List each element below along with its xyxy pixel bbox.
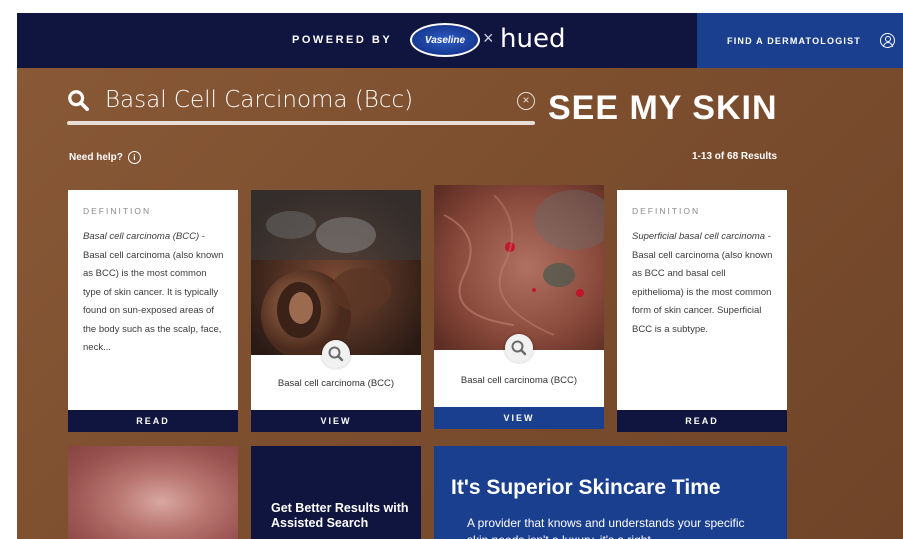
top-bar: POWERED BY Vaseline × hued FIND A DERMAT… [17,13,903,68]
view-button[interactable]: VIEW [251,410,421,432]
definition-term: Basal cell carcinoma (BCC) [83,231,200,242]
definition-term: Superficial basal cell carcinoma [632,231,766,242]
app-frame: POWERED BY Vaseline × hued FIND A DERMAT… [17,13,903,539]
need-help-label: Need help? [69,152,123,163]
powered-by-label: POWERED BY [292,34,393,46]
zoom-icon[interactable] [322,340,350,368]
skin-photo[interactable] [434,185,604,350]
definition-text: Basal cell carcinoma (BCC) - Basal cell … [83,231,224,353]
info-icon: i [127,151,141,164]
definition-label: DEFINITION [632,206,701,216]
skin-photo-tile[interactable] [68,446,238,539]
brand-separator: × [483,28,494,48]
definition-label: DEFINITION [83,206,152,216]
image-caption: Basal cell carcinoma (BCC) [277,378,395,389]
vaseline-logo: Vaseline [410,23,480,57]
page-title: SEE MY SKIN [548,89,778,127]
assisted-search-promo[interactable]: Get Better Results with Assisted Search [251,446,421,539]
read-button[interactable]: READ [68,410,238,432]
search-input[interactable]: Basal Cell Carcinoma (Bcc) [105,87,413,113]
definition-card[interactable]: DEFINITION Superficial basal cell carcin… [617,190,787,432]
hued-logo: hued [500,24,566,54]
assisted-search-title: Get Better Results with Assisted Search [271,501,409,530]
close-circle-icon[interactable]: × [517,92,535,110]
zoom-icon[interactable] [505,334,533,362]
search-icon[interactable] [67,89,89,111]
definition-text: Superficial basal cell carcinoma - Basal… [632,231,773,335]
superior-skincare-promo[interactable]: It's Superior Skincare Time A provider t… [434,446,787,539]
definition-card[interactable]: DEFINITION Basal cell carcinoma (BCC) - … [68,190,238,432]
image-card[interactable]: Basal cell carcinoma (BCC) VIEW [434,185,604,429]
results-count: 1-13 of 68 Results [692,151,778,162]
read-button[interactable]: READ [617,410,787,432]
image-caption: Basal cell carcinoma (BCC) [460,375,578,386]
search-underline [67,121,535,125]
find-dermatologist-button[interactable]: FIND A DERMATOLOGIST [697,13,903,68]
need-help-link[interactable]: Need help? i [69,151,141,164]
image-card[interactable]: Basal cell carcinoma (BCC) VIEW [251,190,421,432]
superior-skincare-title: It's Superior Skincare Time [451,476,721,499]
superior-skincare-text: A provider that knows and understands yo… [467,516,745,539]
skin-photo[interactable] [251,190,421,355]
user-circle-icon [880,33,895,48]
find-dermatologist-label: FIND A DERMATOLOGIST [727,36,861,46]
view-button[interactable]: VIEW [434,407,604,429]
